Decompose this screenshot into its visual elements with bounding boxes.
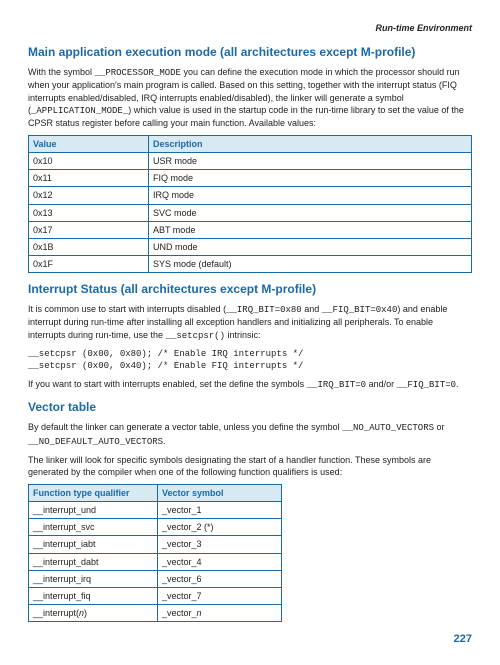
symbol-processor-mode: __PROCESSOR_MODE [95,68,181,78]
section2-paragraph1: It is common use to start with interrupt… [28,303,472,341]
vector-table: Function type qualifier Vector symbol __… [28,484,282,622]
table-row: __interrupt(n) _vector_n [29,604,282,621]
table-row: __interrupt_irq_vector_6 [29,570,282,587]
section3-title: Vector table [28,399,472,415]
code-block: __setcpsr (0x00, 0x80); /* Enable IRQ in… [28,348,472,372]
cell: SYS mode (default) [148,256,471,273]
cell: 0x10 [29,153,149,170]
text: With the symbol [28,67,95,77]
mode-table: Value Description 0x10USR mode 0x11FIQ m… [28,135,472,273]
cell: 0x1F [29,256,149,273]
cell: IRQ mode [148,187,471,204]
cell: _vector_2 (*) [158,519,282,536]
text: _vector_ [162,608,197,618]
text: . [163,436,166,446]
cell: UND mode [148,238,471,255]
cell: __interrupt_fiq [29,587,158,604]
cell: __interrupt(n) [29,604,158,621]
table-row: 0x10USR mode [29,153,472,170]
code-fiq-bit: __FIQ_BIT=0x40 [322,305,398,315]
th-description: Description [148,136,471,153]
cell: __interrupt_dabt [29,553,158,570]
table-row: 0x13SVC mode [29,204,472,221]
text: . [456,379,459,389]
cell: ABT mode [148,221,471,238]
symbol-application-mode: _APPLICATION_MODE_ [31,106,128,116]
table-row: 0x11FIQ mode [29,170,472,187]
section3-paragraph1: By default the linker can generate a vec… [28,421,472,447]
table-row: __interrupt_fiq_vector_7 [29,587,282,604]
text: __interrupt( [33,608,79,618]
text: It is common use to start with interrupt… [28,304,226,314]
th-value: Value [29,136,149,153]
text: By default the linker can generate a vec… [28,422,342,432]
cell: SVC mode [148,204,471,221]
th-qualifier: Function type qualifier [29,484,158,501]
cell: __interrupt_irq [29,570,158,587]
table-row: 0x1BUND mode [29,238,472,255]
text: intrinsic: [225,330,261,340]
code-fiq-zero: __FIQ_BIT=0 [397,380,456,390]
cell: 0x12 [29,187,149,204]
cell: _vector_3 [158,536,282,553]
cell: 0x1B [29,238,149,255]
section1-title: Main application execution mode (all arc… [28,44,472,60]
cell: 0x17 [29,221,149,238]
italic-n: n [197,608,202,618]
cell: _vector_4 [158,553,282,570]
cell: 0x11 [29,170,149,187]
text: or [434,422,445,432]
page-number: 227 [28,632,472,647]
table-row: 0x1FSYS mode (default) [29,256,472,273]
cell: _vector_1 [158,502,282,519]
cell: FIQ mode [148,170,471,187]
th-vector-symbol: Vector symbol [158,484,282,501]
cell: __interrupt_svc [29,519,158,536]
cell: _vector_7 [158,587,282,604]
section2-paragraph2: If you want to start with interrupts ena… [28,378,472,391]
section1-paragraph: With the symbol __PROCESSOR_MODE you can… [28,66,472,129]
running-header: Run-time Environment [28,22,472,34]
section2-title: Interrupt Status (all architectures exce… [28,281,472,297]
text: If you want to start with interrupts ena… [28,379,307,389]
table-row: __interrupt_und_vector_1 [29,502,282,519]
text: ) [84,608,87,618]
code-irq-zero: __IRQ_BIT=0 [307,380,366,390]
code-no-default-auto-vectors: __NO_DEFAULT_AUTO_VECTORS [28,437,163,447]
section3-paragraph2: The linker will look for specific symbol… [28,454,472,478]
table-row: __interrupt_svc_vector_2 (*) [29,519,282,536]
text: and [302,304,322,314]
text: and/or [366,379,397,389]
cell: _vector_n [158,604,282,621]
cell: 0x13 [29,204,149,221]
table-row: 0x12IRQ mode [29,187,472,204]
cell: __interrupt_iabt [29,536,158,553]
cell: __interrupt_und [29,502,158,519]
cell: USR mode [148,153,471,170]
code-no-auto-vectors: __NO_AUTO_VECTORS [342,423,434,433]
code-setcpsr: __setcpsr() [166,331,225,341]
code-irq-bit: __IRQ_BIT=0x80 [226,305,302,315]
table-row: 0x17ABT mode [29,221,472,238]
table-row: __interrupt_dabt_vector_4 [29,553,282,570]
table-row: __interrupt_iabt_vector_3 [29,536,282,553]
cell: _vector_6 [158,570,282,587]
